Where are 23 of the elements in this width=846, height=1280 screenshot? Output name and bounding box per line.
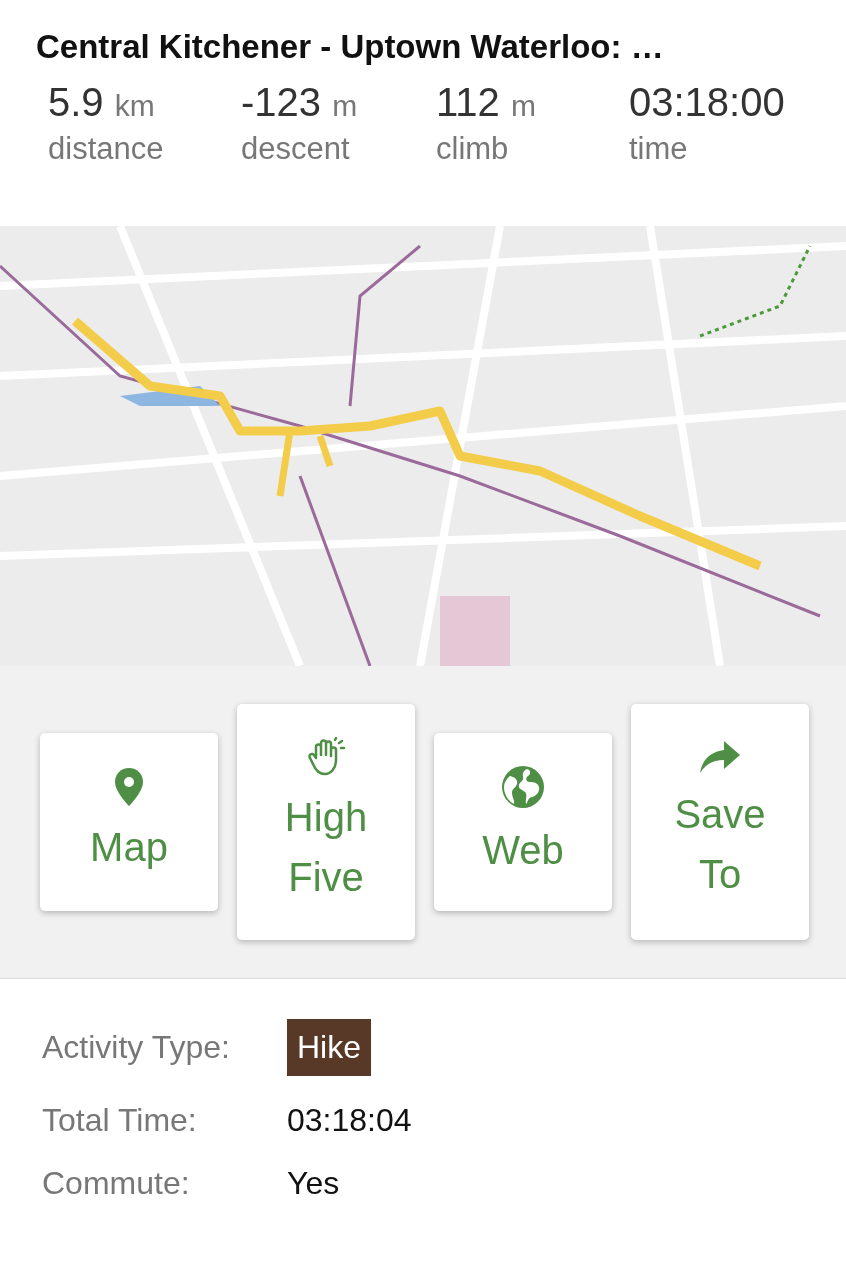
stat-label: time	[629, 131, 689, 167]
stat-value: 5.9 km	[48, 80, 156, 125]
detail-label: Total Time:	[42, 1102, 198, 1139]
action-button[interactable]: Map	[40, 733, 218, 911]
stat-label: descent	[241, 131, 351, 167]
route-title: Central Kitchener - Uptown Waterloo: …	[35, 27, 665, 66]
waving-hand-icon	[306, 737, 346, 777]
stat-label: climb	[436, 131, 510, 167]
detail-value: Yes	[287, 1165, 340, 1202]
action-button[interactable]: Web	[434, 733, 612, 911]
detail-label: Commute:	[42, 1165, 191, 1202]
action-button[interactable]: Save To	[631, 704, 809, 940]
globe-icon	[500, 764, 546, 810]
detail-label: Activity Type:	[42, 1029, 231, 1066]
activity-tag: Hike	[287, 1019, 371, 1076]
stat-label: distance	[48, 131, 165, 167]
stat-value: 03:18:00	[629, 80, 786, 125]
curved-arrow-icon	[699, 740, 741, 774]
stat-value: 112 m	[436, 80, 537, 125]
location-pin-icon	[114, 767, 144, 807]
stat-value: -123 m	[241, 80, 359, 125]
action-button[interactable]: High Five	[237, 704, 415, 940]
detail-value: 03:18:04	[287, 1102, 412, 1139]
